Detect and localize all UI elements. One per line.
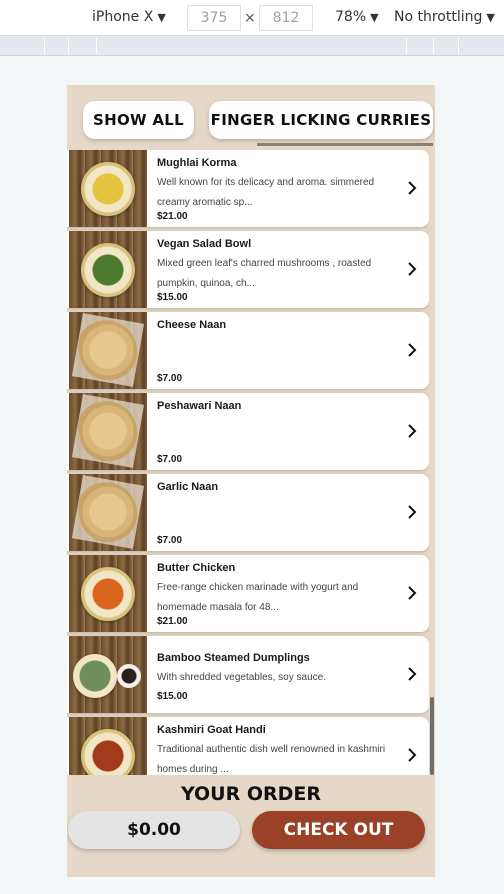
ruler-divider — [68, 38, 69, 54]
item-price: $21.00 — [157, 616, 188, 627]
item-name: Butter Chicken — [157, 562, 236, 574]
food-image — [69, 231, 147, 308]
item-name: Peshawari Naan — [157, 400, 242, 412]
order-total: $0.00 — [68, 811, 240, 849]
caret-down-icon: ▼ — [157, 11, 166, 24]
zoom-value: 78% — [335, 9, 367, 25]
chevron-right-icon[interactable] — [402, 339, 422, 361]
food-image — [69, 474, 147, 551]
menu-scrollbar[interactable] — [430, 697, 434, 775]
device-select[interactable]: iPhone X ▼ — [92, 9, 166, 25]
menu-item[interactable]: Kashmiri Goat Handi Traditional authenti… — [67, 717, 429, 775]
device-name: iPhone X — [92, 9, 154, 25]
category-show-all[interactable]: SHOW ALL — [83, 101, 194, 139]
checkout-button[interactable]: CHECK OUT — [252, 811, 425, 849]
chevron-right-icon[interactable] — [402, 258, 422, 280]
category-scroll-indicator — [257, 143, 433, 146]
item-description: Mixed green leaf's charred mushrooms , r… — [157, 258, 372, 289]
caret-down-icon: ▼ — [370, 11, 379, 24]
ruler-divider — [433, 38, 434, 54]
ruler-divider — [96, 38, 97, 54]
media-query-ruler[interactable] — [0, 36, 504, 56]
devtools-toolbar: iPhone X ▼ 375 × 812 78% ▼ No throttling ▼ — [0, 0, 504, 36]
menu-item[interactable]: Mughlai Korma Well known for its delicac… — [67, 150, 429, 227]
menu-list[interactable]: Mughlai Korma Well known for its delicac… — [67, 150, 429, 775]
your-order-heading: YOUR ORDER — [180, 783, 322, 805]
food-image — [69, 312, 147, 389]
item-price: $21.00 — [157, 211, 188, 222]
caret-down-icon: ▼ — [486, 11, 495, 24]
chevron-right-icon[interactable] — [402, 582, 422, 604]
menu-item[interactable]: Peshawari Naan $7.00 — [67, 393, 429, 470]
item-name: Mughlai Korma — [157, 157, 237, 169]
ruler-divider — [406, 38, 407, 54]
zoom-select[interactable]: 78% ▼ — [335, 9, 379, 25]
item-description: With shredded vegetables, soy sauce. — [157, 672, 326, 683]
food-image — [69, 150, 147, 227]
item-price: $15.00 — [157, 292, 188, 303]
width-input[interactable]: 375 — [187, 5, 241, 31]
item-name: Vegan Salad Bowl — [157, 238, 252, 250]
chevron-right-icon[interactable] — [402, 420, 422, 442]
item-description: Traditional authentic dish well renowned… — [157, 744, 386, 775]
item-price: $15.00 — [157, 691, 188, 702]
item-name: Cheese Naan — [157, 319, 227, 331]
food-image — [69, 393, 147, 470]
ruler-divider — [458, 38, 459, 54]
menu-item[interactable]: Vegan Salad Bowl Mixed green leaf's char… — [67, 231, 429, 308]
food-image — [69, 636, 147, 713]
ruler-divider — [44, 38, 45, 54]
item-price: $7.00 — [157, 454, 183, 465]
height-input[interactable]: 812 — [259, 5, 313, 31]
chevron-right-icon[interactable] — [402, 501, 422, 523]
item-price: $7.00 — [157, 535, 183, 546]
throttling-value: No throttling — [394, 9, 483, 25]
throttling-select[interactable]: No throttling ▼ — [394, 9, 495, 25]
item-name: Garlic Naan — [157, 481, 219, 493]
times-icon: × — [244, 10, 256, 26]
menu-item[interactable]: Butter Chicken Free-range chicken marina… — [67, 555, 429, 632]
app-viewport: SHOW ALL FINGER LICKING CURRIES Mughlai … — [67, 85, 435, 877]
item-price: $7.00 — [157, 373, 183, 384]
menu-item[interactable]: Bamboo Steamed Dumplings With shredded v… — [67, 636, 429, 713]
chevron-right-icon[interactable] — [402, 744, 422, 766]
item-name: Kashmiri Goat Handi — [157, 724, 266, 736]
food-image — [69, 717, 147, 775]
chevron-right-icon[interactable] — [402, 663, 422, 685]
menu-item[interactable]: Cheese Naan $7.00 — [67, 312, 429, 389]
item-name: Bamboo Steamed Dumplings — [157, 652, 310, 664]
chevron-right-icon[interactable] — [402, 177, 422, 199]
category-finger-licking-curries[interactable]: FINGER LICKING CURRIES — [209, 101, 433, 139]
menu-item[interactable]: Garlic Naan $7.00 — [67, 474, 429, 551]
food-image — [69, 555, 147, 632]
item-description: Well known for its delicacy and aroma. s… — [157, 177, 375, 208]
item-description: Free-range chicken marinade with yogurt … — [157, 582, 359, 613]
